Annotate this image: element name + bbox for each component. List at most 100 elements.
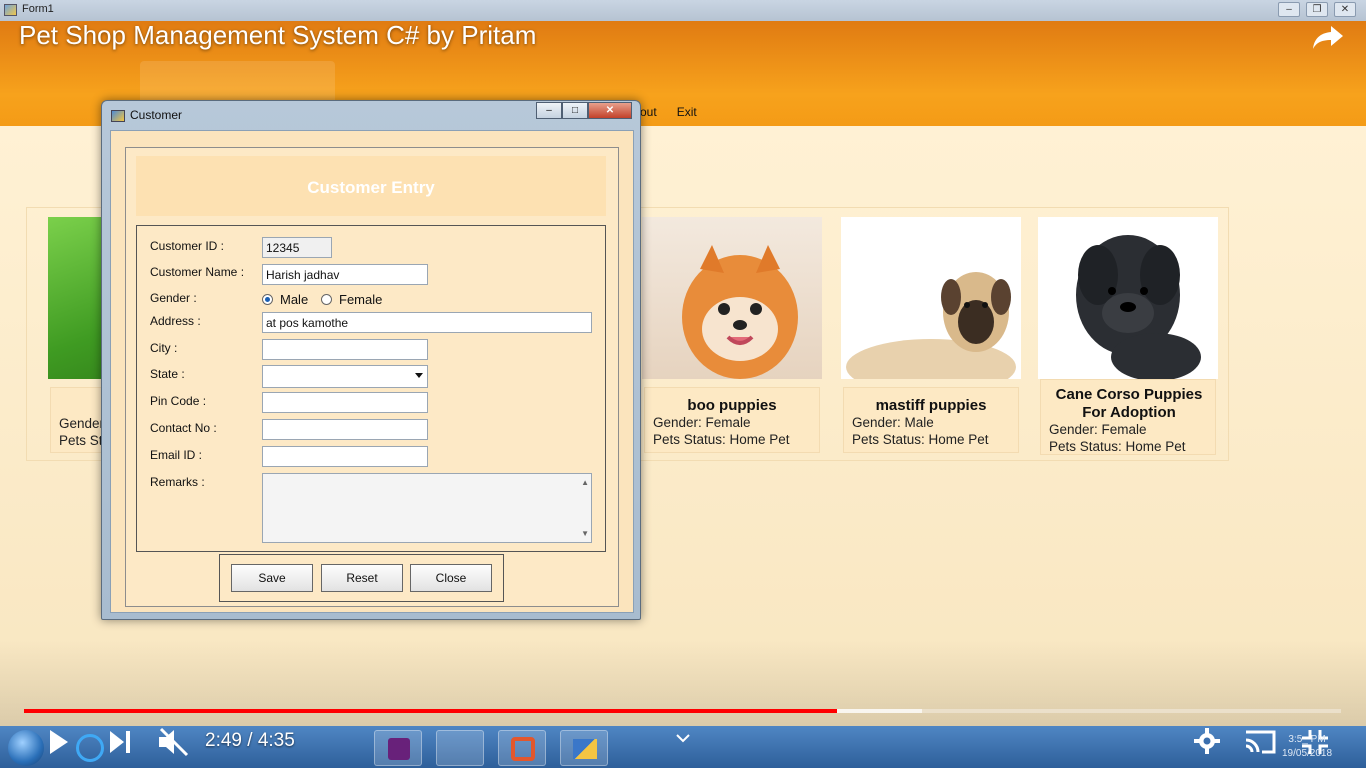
video-time: 2:49 / 4:35 bbox=[205, 730, 295, 751]
ie-icon[interactable] bbox=[76, 734, 104, 762]
form-app-icon bbox=[573, 739, 597, 759]
button-group: Save Reset Close bbox=[219, 554, 504, 602]
pet-gender: Gender: Male bbox=[852, 415, 934, 430]
save-button[interactable]: Save bbox=[231, 564, 313, 592]
start-orb-icon[interactable] bbox=[8, 730, 44, 766]
pet-card-mastiff[interactable]: mastiff puppies Gender: Male Pets Status… bbox=[841, 217, 1021, 455]
scroll-down-icon[interactable]: ▼ bbox=[581, 529, 589, 538]
camtasia-icon bbox=[511, 737, 535, 761]
pet-photo-mastiff bbox=[841, 217, 1021, 379]
dialog-icon bbox=[111, 110, 125, 122]
pet-card-boo[interactable]: boo puppies Gender: Female Pets Status: … bbox=[642, 217, 822, 455]
pet-info: mastiff puppies Gender: Male Pets Status… bbox=[843, 387, 1019, 453]
contact-no-label: Contact No : bbox=[150, 421, 217, 435]
share-icon[interactable] bbox=[1311, 22, 1345, 52]
pet-status: Pets Status: Home Pet bbox=[653, 432, 790, 447]
pomeranian-image bbox=[682, 245, 798, 379]
fields-panel: Customer ID : 12345 Customer Name : Hari… bbox=[136, 225, 606, 552]
main-menu: out Exit bbox=[640, 105, 697, 119]
video-title[interactable]: Pet Shop Management System C# by Pritam bbox=[19, 20, 536, 51]
screen: Form1 – ❐ ✕ out Exit Gender Pets St boo … bbox=[0, 0, 1366, 768]
minimize-icon[interactable]: – bbox=[1278, 2, 1300, 17]
taskbar-camtasia[interactable] bbox=[498, 730, 546, 766]
maximize-icon[interactable]: □ bbox=[562, 102, 588, 119]
customer-entry-group: Customer Entry Customer ID : 12345 Custo… bbox=[125, 147, 619, 607]
state-label: State : bbox=[150, 367, 185, 381]
chevron-down-icon[interactable] bbox=[415, 373, 423, 378]
settings-gear-icon[interactable] bbox=[1194, 728, 1220, 754]
scroll-up-icon[interactable]: ▲ bbox=[581, 478, 589, 487]
form1-titlebar[interactable]: Form1 – ❐ ✕ bbox=[0, 0, 1366, 21]
pet-photo-boo bbox=[642, 217, 822, 379]
radio-checked-icon bbox=[262, 294, 273, 305]
pet-name: mastiff puppies bbox=[875, 397, 987, 414]
progress-bar[interactable] bbox=[24, 709, 1341, 713]
cane-corso-image bbox=[1076, 235, 1201, 379]
cast-icon[interactable] bbox=[1243, 728, 1277, 754]
clock-date: 19/05/2018 bbox=[1282, 748, 1333, 759]
city-label: City : bbox=[150, 341, 178, 355]
chevron-down-icon[interactable] bbox=[676, 733, 690, 743]
form1-window-controls: – ❐ ✕ bbox=[1278, 2, 1356, 17]
dialog-window-controls: – □ ✕ bbox=[536, 102, 632, 119]
pet-gender: Gender: Female bbox=[653, 415, 751, 430]
mute-icon[interactable] bbox=[157, 727, 189, 757]
next-icon[interactable] bbox=[110, 731, 132, 753]
pet-info: boo puppies Gender: Female Pets Status: … bbox=[644, 387, 820, 453]
taskbar-tool[interactable] bbox=[436, 730, 484, 766]
pet-status: Pets Status: Home Pet bbox=[852, 432, 989, 447]
gender-female-radio[interactable]: Female bbox=[321, 292, 382, 307]
pet-info: Cane Corso Puppies For Adoption Gender: … bbox=[1040, 379, 1216, 455]
taskbar-form-app[interactable] bbox=[560, 730, 608, 766]
state-dropdown[interactable] bbox=[262, 365, 428, 388]
close-icon[interactable]: ✕ bbox=[588, 102, 632, 119]
city-field[interactable] bbox=[262, 339, 428, 360]
close-icon[interactable]: ✕ bbox=[1334, 2, 1356, 17]
pet-photo-cane-corso bbox=[1038, 217, 1218, 379]
progress-played bbox=[24, 709, 837, 713]
minimize-icon[interactable]: – bbox=[536, 102, 562, 119]
pin-code-label: Pin Code : bbox=[150, 394, 207, 408]
mastiff-image bbox=[846, 272, 1016, 379]
dialog-client-area: Customer Entry Customer ID : 12345 Custo… bbox=[110, 130, 634, 613]
pin-code-field[interactable] bbox=[262, 392, 428, 413]
female-label: Female bbox=[339, 292, 383, 307]
email-id-field[interactable] bbox=[262, 446, 428, 467]
address-field[interactable]: at pos kamothe bbox=[262, 312, 592, 333]
customer-id-field[interactable]: 12345 bbox=[262, 237, 332, 258]
restore-icon[interactable]: ❐ bbox=[1306, 2, 1328, 17]
reset-button[interactable]: Reset bbox=[321, 564, 403, 592]
pet-gender: Gender bbox=[59, 416, 105, 431]
pet-status: Pets Status: Home Pet bbox=[1049, 439, 1186, 454]
menu-item-exit[interactable]: Exit bbox=[677, 105, 697, 119]
menu-item-logout[interactable]: out bbox=[640, 105, 657, 119]
visual-studio-icon bbox=[388, 738, 410, 760]
remarks-label: Remarks : bbox=[150, 475, 205, 489]
male-label: Male bbox=[280, 292, 309, 307]
play-icon[interactable] bbox=[48, 730, 70, 754]
entry-title: Customer Entry bbox=[307, 178, 435, 197]
gender-label: Gender : bbox=[150, 291, 197, 305]
pet-gender: Gender: Female bbox=[1049, 422, 1147, 437]
app-icon bbox=[4, 4, 17, 16]
clock-time: 3:5_ PM bbox=[1288, 734, 1326, 745]
dialog-title: Customer bbox=[130, 108, 183, 122]
gender-male-radio[interactable]: Male bbox=[262, 292, 308, 307]
radio-unchecked-icon bbox=[321, 294, 332, 305]
pet-status: Pets St bbox=[59, 433, 103, 448]
address-label: Address : bbox=[150, 314, 201, 328]
pet-name: Cane Corso Puppies For Adoption bbox=[1055, 386, 1203, 421]
close-button[interactable]: Close bbox=[410, 564, 492, 592]
customer-name-field[interactable]: Harish jadhav bbox=[262, 264, 428, 285]
taskbar-app[interactable] bbox=[312, 730, 360, 766]
pet-card-cane-corso[interactable]: Cane Corso Puppies For Adoption Gender: … bbox=[1038, 217, 1218, 455]
taskbar-visual-studio[interactable] bbox=[374, 730, 422, 766]
system-clock: 3:5_ PM 19/05/2018 bbox=[1282, 733, 1332, 761]
customer-name-label: Customer Name : bbox=[150, 265, 245, 279]
customer-id-label: Customer ID : bbox=[150, 239, 225, 253]
customer-dialog: Customer – □ ✕ Customer Entry Customer I… bbox=[101, 100, 641, 620]
contact-no-field[interactable] bbox=[262, 419, 428, 440]
email-id-label: Email ID : bbox=[150, 448, 203, 462]
entry-header: Customer Entry bbox=[136, 156, 606, 216]
remarks-textarea[interactable]: ▲ ▼ bbox=[262, 473, 592, 543]
